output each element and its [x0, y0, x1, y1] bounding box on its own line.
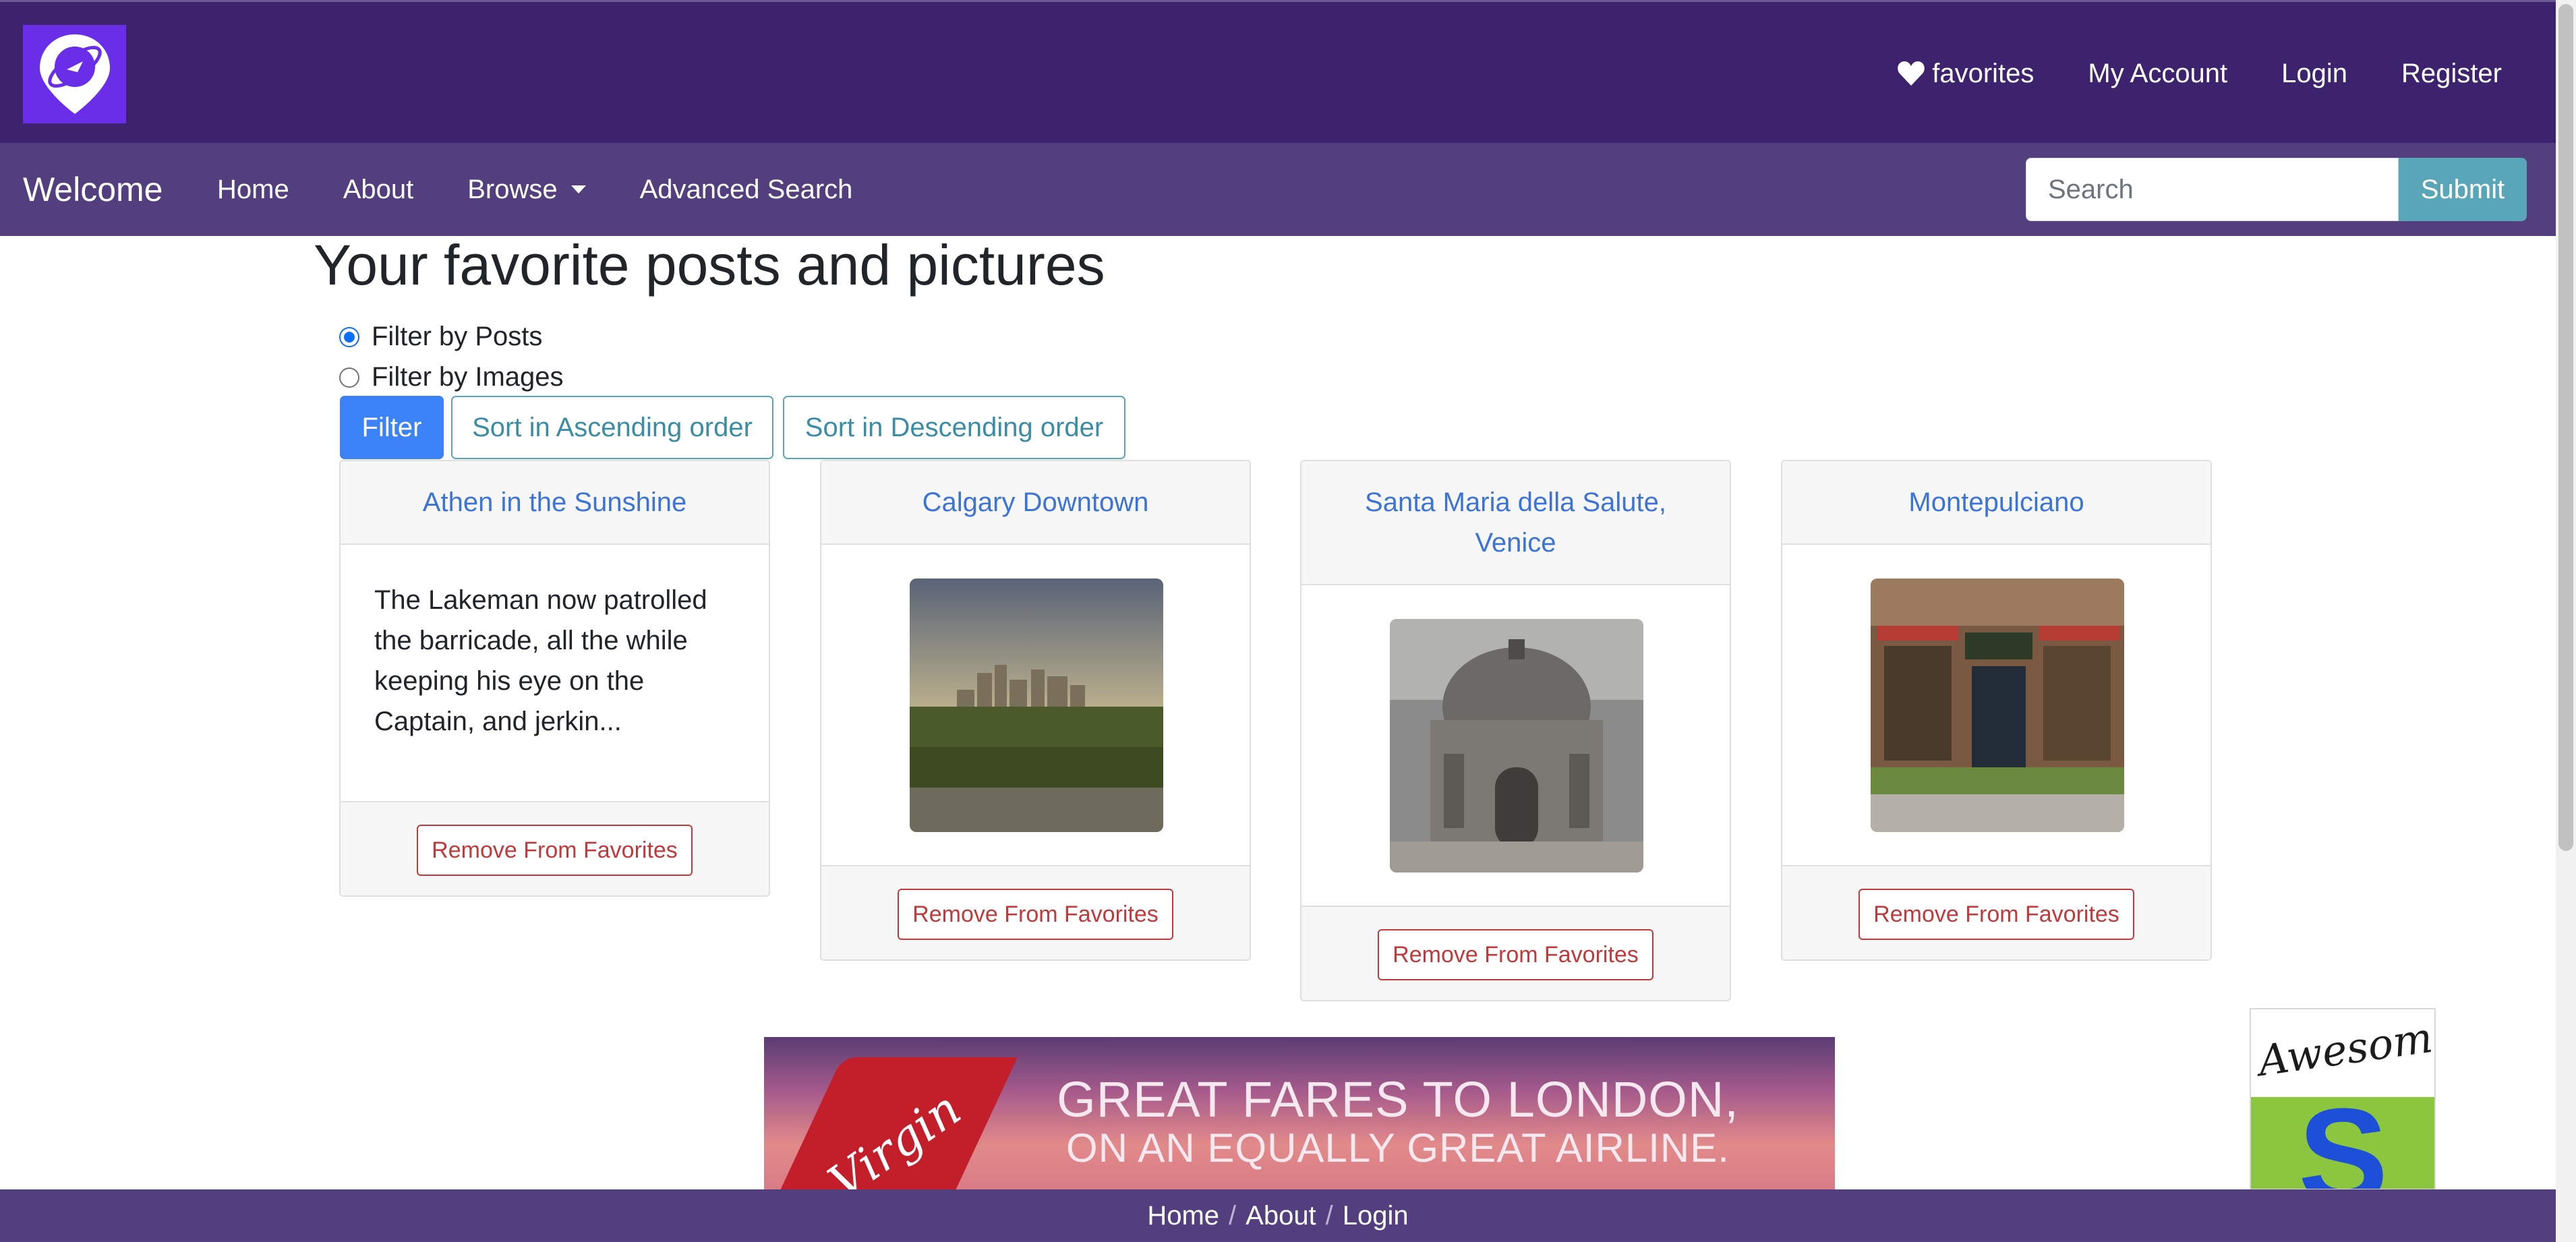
top-header: favorites My Account Login Register: [0, 0, 2556, 143]
favorite-card: Montepulciano Remove From Favorites: [1781, 460, 2212, 961]
favorite-card: Calgary Downtown Remove From Favorites: [820, 460, 1251, 961]
top-nav: favorites My Account Login Register: [1897, 2, 2502, 145]
footer-login-link[interactable]: Login: [1343, 1201, 1409, 1231]
basilica-image: [1390, 619, 1643, 873]
favorites-link[interactable]: favorites: [1897, 59, 2034, 89]
remove-from-favorites-button[interactable]: Remove From Favorites: [1378, 929, 1653, 980]
card-title-link[interactable]: Calgary Downtown: [821, 461, 1250, 545]
banner-subheadline: ON AN EQUALLY GREAT AIRLINE.: [1066, 1125, 1730, 1171]
page-footer: Home / About / Login: [0, 1189, 2556, 1242]
card-footer: Remove From Favorites: [821, 865, 1250, 959]
caret-down-icon: [570, 185, 586, 194]
footer-separator: /: [1229, 1200, 1237, 1231]
filter-images-option[interactable]: Filter by Images: [339, 362, 564, 392]
footer-separator: /: [1325, 1200, 1333, 1231]
banner-headline: GREAT FARES TO LONDON,: [1057, 1071, 1739, 1127]
search-submit-button[interactable]: Submit: [2399, 158, 2527, 221]
basilica-dome-photo[interactable]: [1390, 619, 1643, 873]
scrollbar-thumb[interactable]: [2558, 4, 2573, 851]
heart-icon: [1898, 61, 1925, 86]
card-footer: Remove From Favorites: [341, 801, 769, 895]
page-title: Your favorite posts and pictures: [314, 233, 1105, 297]
remove-from-favorites-button[interactable]: Remove From Favorites: [898, 889, 1173, 940]
city-skyline-photo[interactable]: [910, 579, 1163, 832]
location-pin-logo-icon: [39, 34, 110, 114]
city-skyline-image: [910, 579, 1163, 832]
sort-ascending-button[interactable]: Sort in Ascending order: [451, 396, 773, 459]
filter-posts-radio[interactable]: [339, 326, 359, 347]
favorite-card: Athen in the Sunshine The Lakeman now pa…: [339, 460, 770, 897]
filter-images-label: Filter by Images: [372, 362, 564, 392]
nav-advanced-search[interactable]: Advanced Search: [640, 175, 853, 205]
nav-home[interactable]: Home: [217, 175, 289, 205]
awesome-ad-text: Awesome: [2255, 1009, 2436, 1086]
favorite-card: Santa Maria della Salute, Venice Remove …: [1300, 460, 1731, 1001]
awesome-side-ad[interactable]: Awesome S: [2250, 1008, 2436, 1190]
remove-from-favorites-button[interactable]: Remove From Favorites: [1858, 889, 2134, 940]
footer-home-link[interactable]: Home: [1147, 1201, 1219, 1231]
remove-from-favorites-button[interactable]: Remove From Favorites: [417, 825, 693, 876]
filter-posts-option[interactable]: Filter by Posts: [339, 322, 542, 352]
card-footer: Remove From Favorites: [1782, 865, 2211, 959]
card-title-link[interactable]: Athen in the Sunshine: [341, 461, 769, 545]
favorites-label: favorites: [1932, 58, 2035, 88]
airline-banner-ad[interactable]: Virgin GREAT FARES TO LONDON, ON AN EQUA…: [764, 1037, 1835, 1191]
filter-posts-label: Filter by Posts: [372, 322, 543, 351]
footer-about-link[interactable]: About: [1246, 1201, 1316, 1231]
sort-descending-button[interactable]: Sort in Descending order: [783, 396, 1125, 459]
wine-bar-storefront-photo[interactable]: [1871, 579, 2124, 832]
filter-button[interactable]: Filter: [340, 396, 444, 459]
nav-about[interactable]: About: [343, 175, 414, 205]
card-footer: Remove From Favorites: [1301, 906, 1730, 1000]
card-title-link[interactable]: Santa Maria della Salute, Venice: [1301, 461, 1730, 585]
nav-browse-dropdown[interactable]: Browse: [467, 174, 586, 205]
my-account-link[interactable]: My Account: [2088, 59, 2227, 89]
search-input[interactable]: [2026, 158, 2399, 221]
login-link[interactable]: Login: [2281, 59, 2347, 89]
filter-images-radio[interactable]: [339, 367, 359, 388]
register-link[interactable]: Register: [2401, 59, 2502, 89]
navbar-brand[interactable]: Welcome: [23, 143, 163, 236]
awesome-ad-letter: S: [2298, 1081, 2389, 1190]
storefront-image: [1871, 579, 2124, 832]
card-title-link[interactable]: Montepulciano: [1782, 461, 2211, 545]
nav-browse-label: Browse: [467, 174, 558, 204]
page: favorites My Account Login Register Welc…: [0, 0, 2576, 1242]
card-excerpt: The Lakeman now patrolled the barricade,…: [374, 585, 707, 736]
nav-links: Home About Browse Advanced Search: [217, 143, 852, 236]
site-logo[interactable]: [23, 25, 126, 123]
